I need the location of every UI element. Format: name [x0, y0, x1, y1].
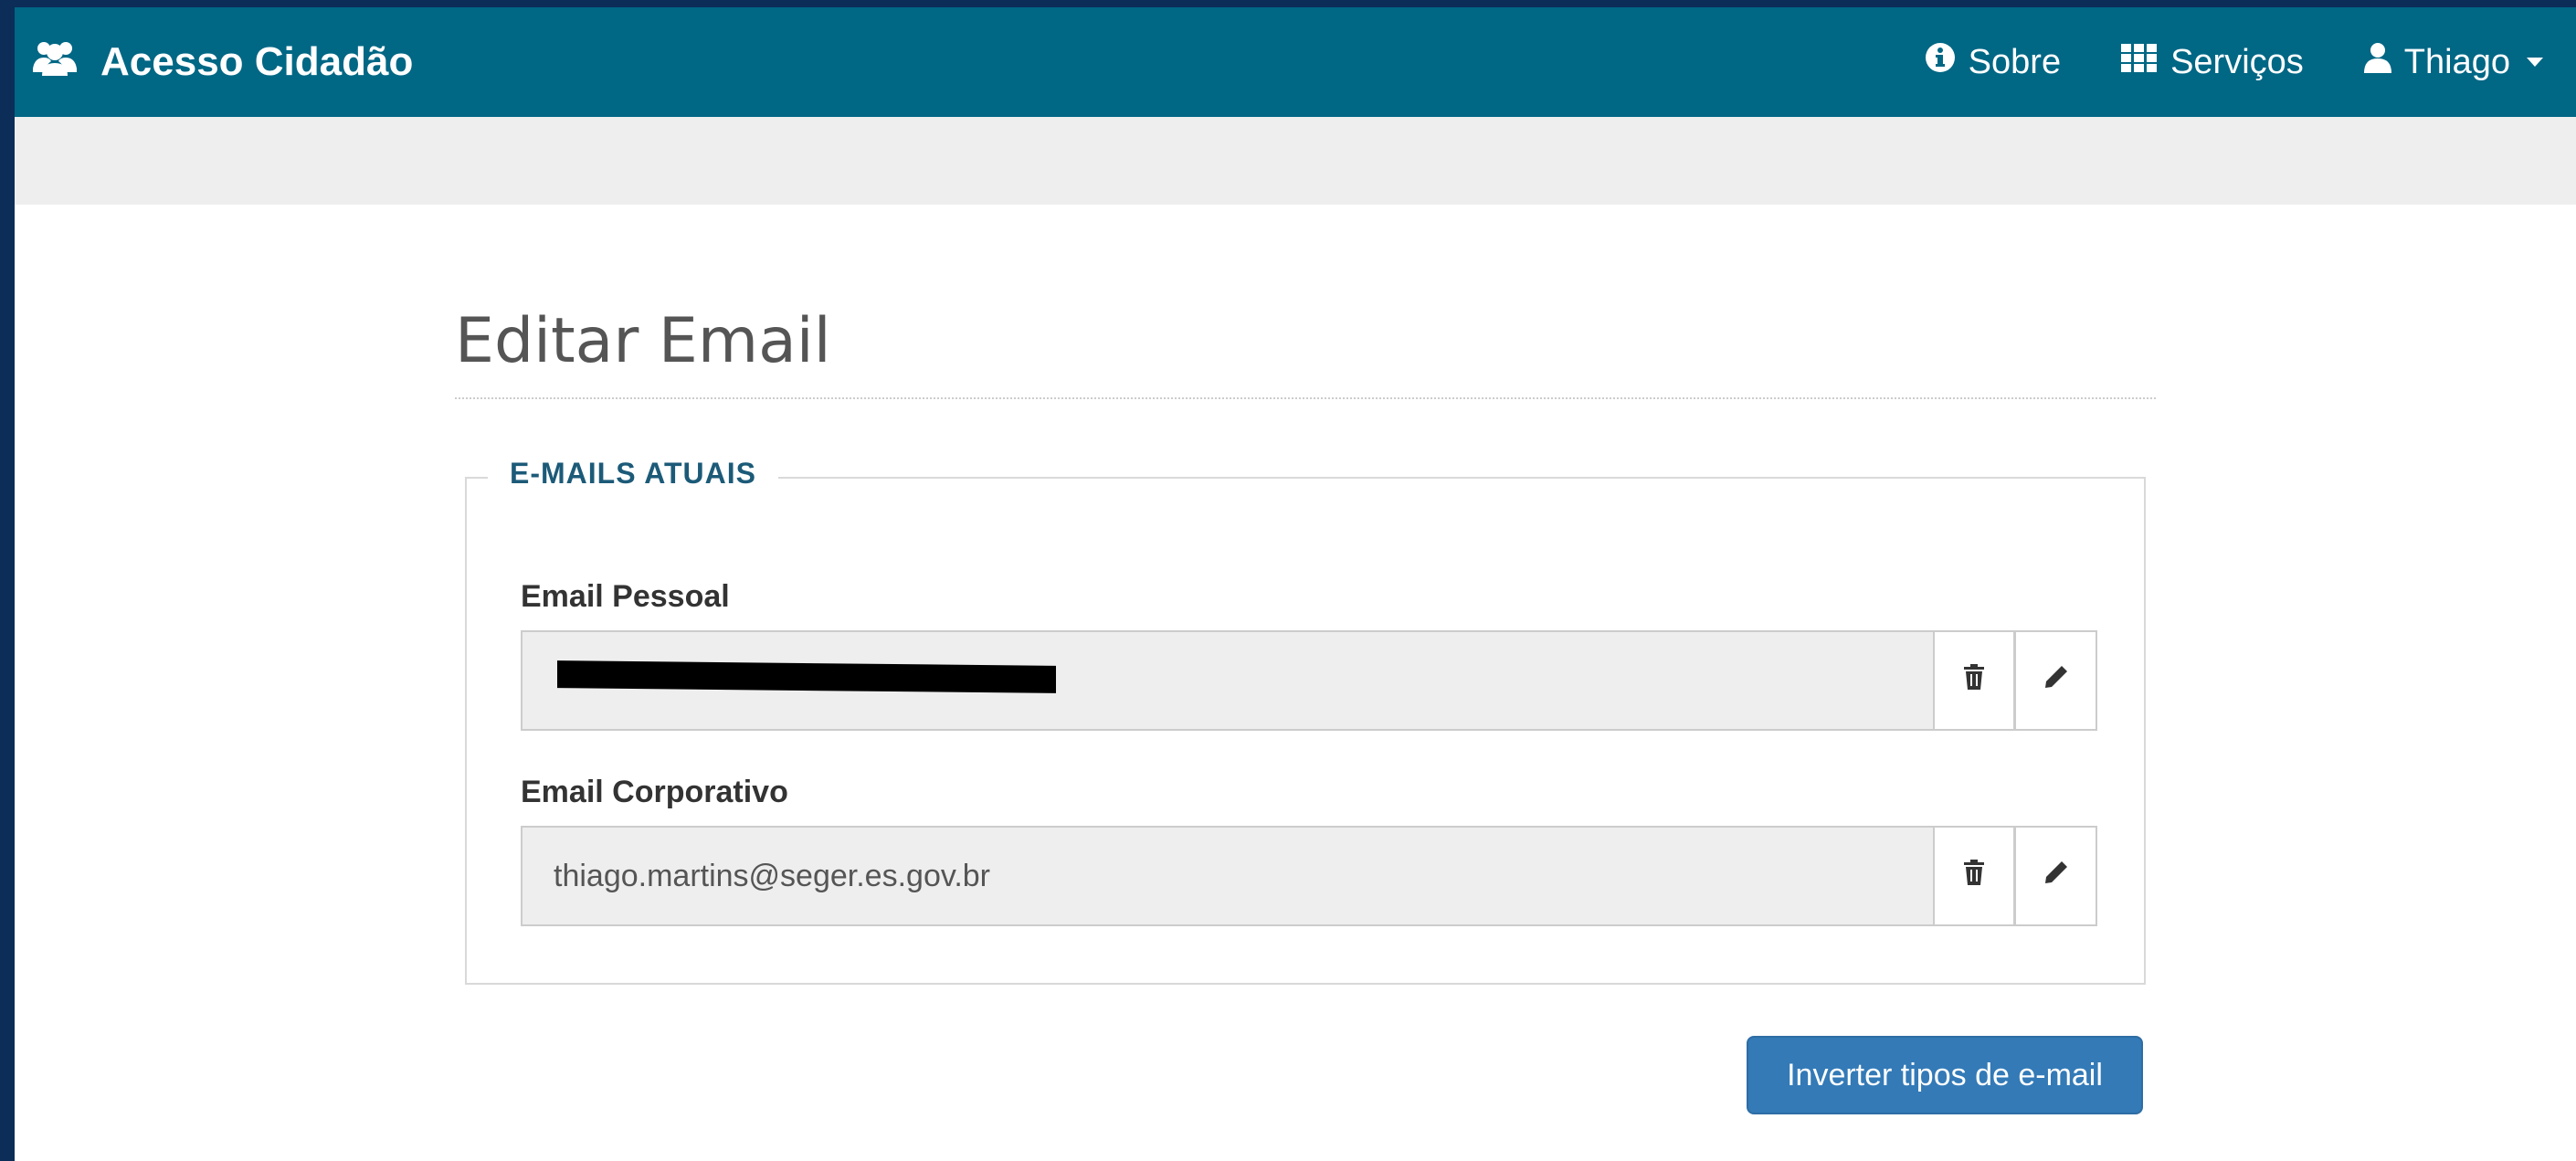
edit-personal-email-button[interactable] [2015, 630, 2097, 731]
delete-personal-email-button[interactable] [1933, 630, 2015, 731]
corporate-email-label: Email Corporativo [521, 775, 788, 809]
corporate-email-input[interactable] [521, 826, 1933, 926]
top-navbar: Acesso Cidadão Sobre Serviços Thiago [15, 0, 2576, 117]
delete-corporate-email-button[interactable] [1933, 826, 2015, 926]
page-title: Editar Email [455, 305, 831, 377]
corporate-email-group [521, 826, 2097, 926]
breadcrumb-bar [15, 117, 2576, 205]
title-divider [455, 397, 2156, 399]
grid-icon [2121, 43, 2158, 82]
brand-name: Acesso Cidadão [100, 39, 414, 84]
users-icon [31, 39, 79, 86]
nav-item-label: Serviços [2170, 42, 2304, 81]
personal-email-wrap [521, 630, 1933, 731]
info-circle-icon [1925, 42, 1956, 82]
fieldset-legend: E-MAILS ATUAIS [488, 457, 778, 491]
trash-icon [1964, 664, 1984, 697]
nav-item-servicos[interactable]: Serviços [2121, 43, 2304, 82]
user-icon [2363, 42, 2391, 82]
nav-menu: Sobre Serviços Thiago [1925, 35, 2543, 90]
nav-item-sobre[interactable]: Sobre [1925, 42, 2061, 82]
swap-email-types-button[interactable]: Inverter tipos de e-mail [1747, 1036, 2143, 1114]
pencil-icon [2043, 664, 2069, 697]
nav-item-user-menu[interactable]: Thiago [2363, 42, 2543, 82]
nav-item-label: Thiago [2403, 42, 2510, 81]
caret-down-icon [2527, 58, 2543, 67]
redaction-bar [557, 660, 1056, 693]
edit-corporate-email-button[interactable] [2015, 826, 2097, 926]
personal-email-label: Email Pessoal [521, 579, 730, 614]
personal-email-group [521, 630, 2097, 731]
nav-item-label: Sobre [1968, 42, 2062, 81]
pencil-icon [2043, 860, 2069, 892]
app-window: Acesso Cidadão Sobre Serviços Thiago Edi… [15, 0, 2576, 1161]
trash-icon [1964, 860, 1984, 892]
brand[interactable]: Acesso Cidadão [31, 35, 413, 90]
corporate-email-wrap [521, 826, 1933, 926]
